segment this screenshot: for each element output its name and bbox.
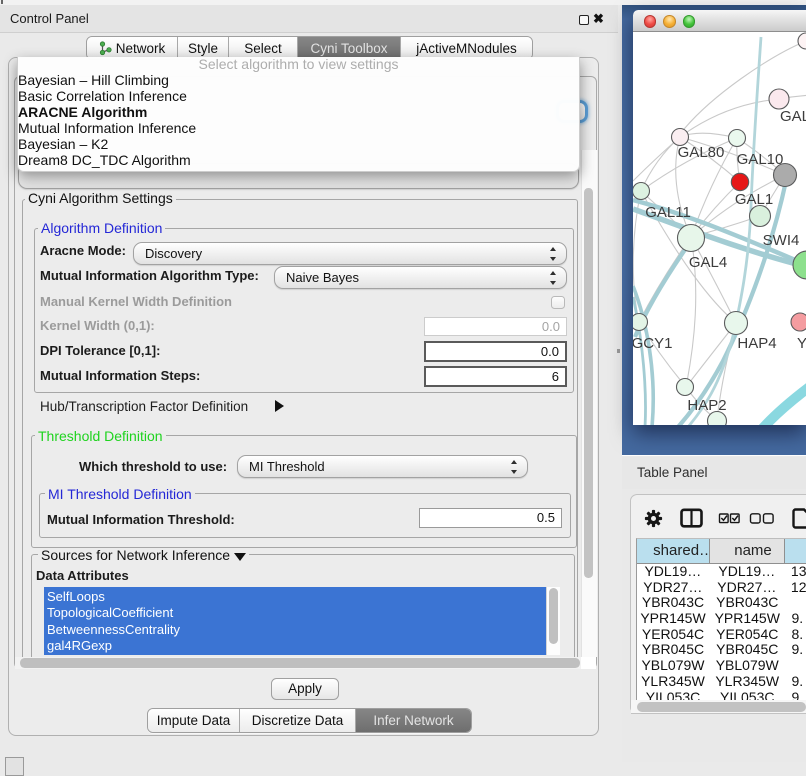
svg-text:GAL11: GAL11: [645, 204, 691, 221]
svg-text:GCY1: GCY1: [633, 335, 672, 352]
svg-text:GAL10: GAL10: [737, 151, 784, 168]
svg-text:GAL4: GAL4: [689, 254, 727, 271]
svg-text:GAL80: GAL80: [678, 144, 725, 161]
svg-text:HAP2: HAP2: [687, 397, 726, 414]
svg-text:GAL7: GAL7: [780, 108, 806, 125]
svg-text:HAP4: HAP4: [737, 335, 776, 352]
svg-text:GAL1: GAL1: [735, 191, 773, 208]
svg-text:SWI4: SWI4: [763, 232, 800, 249]
svg-text:YEL: YEL: [797, 335, 806, 352]
